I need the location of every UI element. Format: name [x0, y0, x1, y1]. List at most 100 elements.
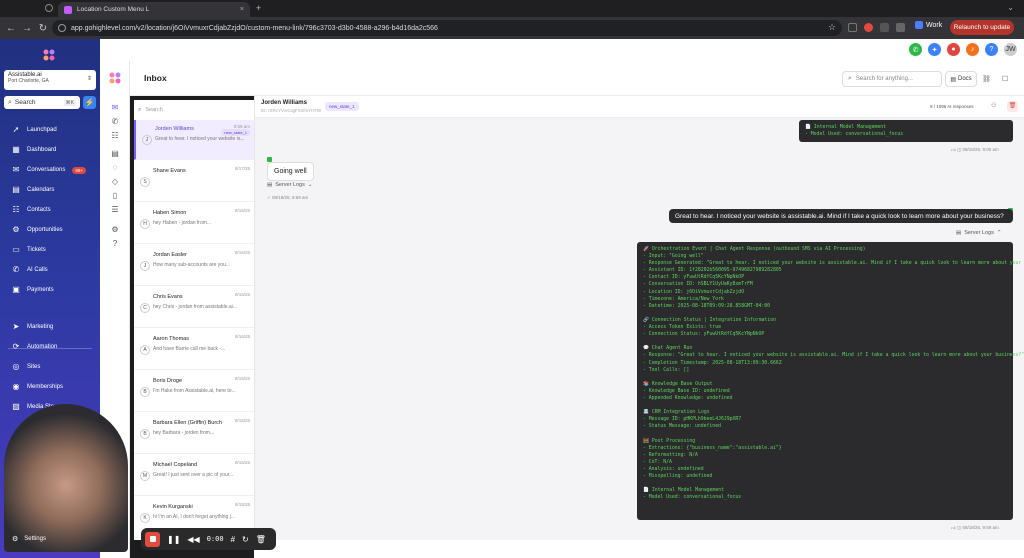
- sidebar-item-launchpad[interactable]: ➚ Launchpad: [0, 120, 100, 140]
- reload-icon[interactable]: ↻: [36, 23, 50, 34]
- thumbs-icon[interactable]: 👍︎ ◫: [951, 147, 962, 152]
- conversation-item[interactable]: A Aaron Thomas And have Barrie call me bac…: [134, 330, 254, 370]
- log-line: - Connection Status: yFuwUtRdfCq5KcYNpNk…: [643, 332, 765, 338]
- restart-icon[interactable]: ↻: [242, 535, 249, 544]
- sidebar-search[interactable]: ⌕ Search ⌘K: [4, 96, 80, 109]
- composer-area[interactable]: [254, 540, 1024, 558]
- sidebar-item-settings[interactable]: ⚙ Settings: [12, 535, 46, 543]
- phone-icon[interactable]: ✆: [110, 117, 120, 127]
- contact-name: Shane Evans: [153, 168, 186, 174]
- log-line: 📄 Internal Model Management: [805, 125, 887, 130]
- conversation-item[interactable]: B Barbara Ellen (Griffin) Burch hey Barbar…: [134, 414, 254, 454]
- contact-avatar: B: [140, 387, 150, 397]
- megaphone-icon[interactable]: ✦: [928, 43, 941, 56]
- conversation-item[interactable]: J Jordan Easler How many sub-accounts are …: [134, 246, 254, 286]
- message-date: 8/16/25: [234, 250, 250, 255]
- phone-icon[interactable]: ✆: [909, 43, 922, 56]
- globe-icon: ◎: [12, 362, 20, 371]
- server-logs-toggle[interactable]: ▤ Server Logs ⌄: [267, 182, 312, 188]
- sidebar-item-dashboard[interactable]: ▦ Dashboard: [0, 140, 100, 160]
- sidebar-item-ai-calls[interactable]: ✆ AI Calls: [0, 260, 100, 280]
- message-timestamp: 👍︎ ◫ 08/18/25, 9:00 am: [951, 147, 999, 153]
- conversation-item[interactable]: M Michael Copeland Great! I just sent over…: [134, 456, 254, 496]
- unread-badge: 99+: [72, 166, 86, 174]
- sidebar-item-contacts[interactable]: ☷ Contacts: [0, 200, 100, 220]
- browser-tab[interactable]: Location Custom Menu L ×: [58, 2, 250, 17]
- conversation-search[interactable]: ⌕ Search: [138, 104, 252, 116]
- sidebar-item-calendars[interactable]: ▤ Calendars: [0, 180, 100, 200]
- inbox-icon[interactable]: ✉: [110, 103, 120, 113]
- back-icon[interactable]: ←: [4, 23, 18, 34]
- docs-button[interactable]: ▤ Docs: [945, 71, 977, 87]
- profile-button[interactable]: Work: [915, 21, 942, 29]
- webcam-overlay: [4, 404, 128, 552]
- conversation-item[interactable]: J Jorden Williams Great to hear. I noticed…: [134, 120, 254, 160]
- trash-icon[interactable]: 🗑: [256, 535, 266, 544]
- message-preview: hey Chris - jordan from assistable.ai...: [153, 304, 237, 310]
- quick-actions-button[interactable]: ⚡: [83, 96, 96, 109]
- sidebar-item-marketing[interactable]: ➤ Marketing: [0, 317, 100, 337]
- conversation-item[interactable]: C Chris Evans hey Chris - jordan from assi…: [134, 288, 254, 328]
- sidebar-item-sites[interactable]: ◎ Sites: [0, 357, 100, 377]
- stop-recording-button[interactable]: [145, 531, 160, 547]
- url-field[interactable]: app.gohighlevel.com/v2/location/j6OiVvmu…: [52, 20, 842, 36]
- rewind-icon[interactable]: ◀◀: [187, 535, 199, 544]
- puzzle-icon[interactable]: [880, 23, 889, 32]
- bookmark-star-icon[interactable]: ☆: [828, 22, 836, 33]
- search-placeholder: Search for anything...: [855, 76, 913, 82]
- contact-avatar: S: [140, 177, 150, 187]
- chevron-down-icon[interactable]: ⌄: [1007, 3, 1014, 12]
- log-line: - Knowledge Base ID: undefined: [643, 388, 730, 394]
- traffic-light[interactable]: [45, 4, 53, 12]
- location-switcher[interactable]: Assistable.ai Port Charlotte, GA ⇕: [4, 70, 96, 90]
- app-logo-icon: [109, 72, 121, 84]
- contacts-icon[interactable]: ☷: [110, 131, 120, 141]
- sidebar-item-label: Sites: [27, 364, 41, 370]
- gear-icon[interactable]: ⚙: [110, 225, 120, 235]
- forward-icon[interactable]: →: [20, 23, 34, 34]
- site-info-icon[interactable]: [58, 24, 66, 32]
- thumbs-icon[interactable]: 👍︎ ◫: [951, 525, 962, 530]
- state-tag[interactable]: new_state_1: [325, 102, 359, 111]
- conversation-item[interactable]: B Boris Droge I'm Hake from Assistable.ai,…: [134, 372, 254, 412]
- grid-icon[interactable]: #: [231, 535, 235, 544]
- bell-icon[interactable]: ♪: [966, 43, 979, 56]
- contact-avatar: M: [140, 471, 150, 481]
- message-preview: Great! I just sent over a pic of your...: [153, 472, 234, 478]
- sidebar-icon[interactable]: [896, 23, 905, 32]
- sidebar-item-opportunities[interactable]: ⚙ Opportunities: [0, 220, 100, 240]
- notifications-icon[interactable]: ●: [947, 43, 960, 56]
- sidebar-item-payments[interactable]: ▣ Payments: [0, 280, 100, 300]
- sidebar-item-conversations[interactable]: ✉ Conversations 99+: [0, 160, 100, 180]
- user-icon[interactable]: ⚇: [991, 102, 996, 109]
- log-line: 🧮 Post Processing: [643, 438, 696, 444]
- url-text: app.gohighlevel.com/v2/location/j6OiVvmu…: [71, 24, 438, 32]
- help-icon[interactable]: ?: [985, 43, 998, 56]
- close-tab-icon[interactable]: ×: [240, 6, 244, 13]
- tag-icon[interactable]: ◇: [110, 177, 120, 187]
- mobile-icon[interactable]: ▯: [110, 191, 120, 201]
- sidebar-item-tickets[interactable]: ▭ Tickets: [0, 240, 100, 260]
- conversation-panel: Jorden Williams ID: rXRcYVcKUgFXnfmYH7W …: [254, 96, 1024, 540]
- new-tab-icon[interactable]: +: [256, 3, 261, 13]
- team-icon[interactable]: ☰: [110, 205, 120, 215]
- extension-icon[interactable]: [848, 23, 857, 32]
- chat-bubble-icon[interactable]: ☐: [1002, 75, 1008, 83]
- record-extension-icon[interactable]: [864, 23, 873, 32]
- pause-icon[interactable]: ❚❚: [167, 535, 180, 544]
- server-logs-toggle[interactable]: ▤ Server Logs ⌃: [956, 230, 1001, 236]
- link-icon[interactable]: ⛓: [982, 75, 991, 83]
- document-icon: ▤: [956, 230, 962, 236]
- global-search-input[interactable]: ⌕ Search for anything...: [842, 71, 942, 87]
- delete-icon[interactable]: 🗑: [1007, 101, 1018, 112]
- chat-icon[interactable]: ◌: [110, 163, 120, 173]
- conversation-item[interactable]: H Haben Simon hey Haben - jordan from... 8/…: [134, 204, 254, 244]
- avatar[interactable]: JW: [1004, 43, 1017, 56]
- database-icon[interactable]: ▤: [110, 149, 120, 159]
- conversation-item[interactable]: S Shane Evans 8/17/25: [134, 162, 254, 202]
- help-icon[interactable]: ?: [110, 239, 120, 249]
- relaunch-button[interactable]: Relaunch to update: [950, 20, 1014, 35]
- sidebar-item-automation[interactable]: ⟳ Automation: [0, 337, 100, 357]
- sidebar-item-memberships[interactable]: ◉ Memberships: [0, 377, 100, 397]
